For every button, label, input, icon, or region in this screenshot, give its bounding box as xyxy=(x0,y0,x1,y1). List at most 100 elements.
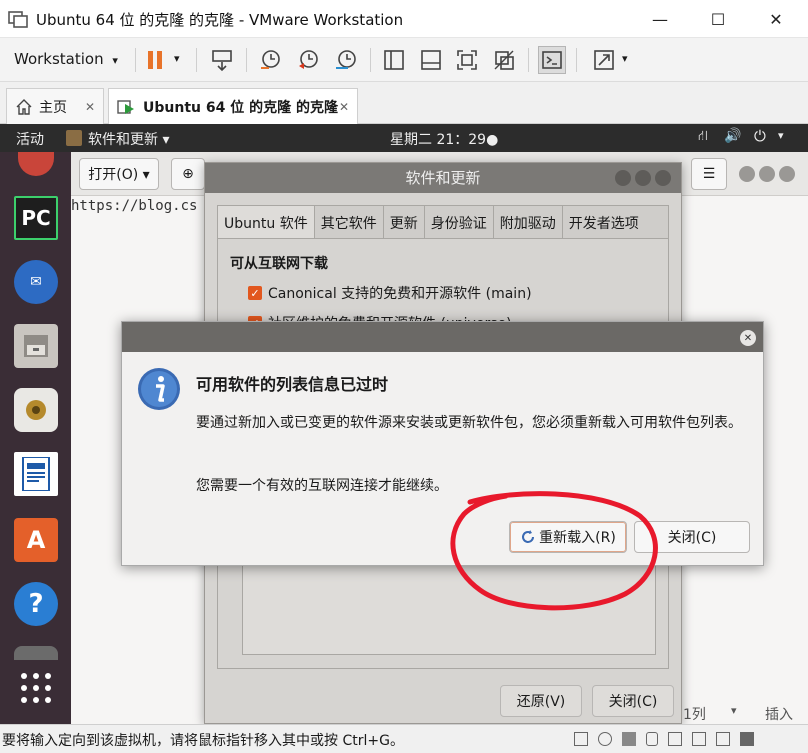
toolbar-divider xyxy=(370,48,371,72)
close-window-button[interactable]: ✕ xyxy=(748,0,804,38)
dialog-body: 要通过新加入或已变更的软件源来安装或更新软件包，您必须重新载入可用软件包列表。 xyxy=(196,415,742,431)
checkbox-main[interactable]: ✓ xyxy=(248,286,262,300)
checkbox-main-label: Canonical 支持的免费和开源软件 (main) xyxy=(268,286,532,302)
sw-window-buttons xyxy=(615,170,675,186)
libreoffice-writer-icon[interactable] xyxy=(14,452,58,496)
checkbox-main-row[interactable]: ✓ Canonical 支持的免费和开源软件 (main) xyxy=(248,283,532,303)
vm-tabs-bar: 主页 ✕ Ubuntu 64 位 的克隆 的克隆 ✕ xyxy=(0,82,808,124)
hard-disk-icon[interactable] xyxy=(574,732,588,746)
tab-developer-options[interactable]: 开发者选项 xyxy=(563,206,645,238)
vmware-title-bar: Ubuntu 64 位 的克隆 的克隆 - VMware Workstation… xyxy=(0,0,808,38)
unity-button[interactable] xyxy=(490,46,518,74)
unity-mode-icon xyxy=(494,50,514,70)
sw-close-icon[interactable] xyxy=(655,170,671,186)
grid-dots-glyph xyxy=(21,673,51,703)
tab-home-close-icon[interactable]: ✕ xyxy=(85,100,95,114)
vmware-toolbar: Workstation ▾ ▾ ▾ xyxy=(0,38,808,82)
sw-minimize-icon[interactable] xyxy=(615,170,631,186)
dialog-close-icon[interactable]: ✕ xyxy=(740,330,756,346)
pause-menu-chevron-icon[interactable]: ▾ xyxy=(174,52,180,65)
tab-other-software[interactable]: 其它软件 xyxy=(315,206,384,238)
snapshot-manager-button[interactable] xyxy=(332,46,360,74)
thumbnail-bar-button[interactable] xyxy=(417,46,445,74)
red-annotation-circle xyxy=(450,491,658,611)
maximize-button[interactable]: ☐ xyxy=(690,0,746,38)
software-updates-app-icon xyxy=(66,130,82,146)
printer-icon[interactable] xyxy=(692,732,706,746)
revert-snapshot-button[interactable] xyxy=(294,46,322,74)
message-log-icon[interactable] xyxy=(740,732,754,746)
usb-icon[interactable] xyxy=(646,732,658,746)
open-button[interactable]: 打开(O) ▾ xyxy=(79,158,159,190)
hamburger-menu-icon[interactable]: ☰ xyxy=(691,158,727,190)
snapshot-button[interactable] xyxy=(256,46,284,74)
stretch-guest-button[interactable] xyxy=(590,46,618,74)
tab-updates[interactable]: 更新 xyxy=(384,206,425,238)
new-tab-button[interactable]: ⊕ xyxy=(171,158,205,190)
power-icon[interactable]: ⏻ xyxy=(754,127,766,145)
dialog-note: 您需要一个有效的互联网连接才能继续。 xyxy=(196,478,448,494)
minimize-dot-icon[interactable] xyxy=(739,166,755,182)
maximize-dot-icon[interactable] xyxy=(759,166,775,182)
sidebar-layout-icon xyxy=(384,50,404,70)
sw-tab-strip: Ubuntu 软件 其它软件 更新 身份验证 附加驱动 开发者选项 xyxy=(217,205,669,239)
tab-ubuntu-software[interactable]: Ubuntu 软件 xyxy=(218,206,315,238)
clock[interactable]: 星期二 21：29● xyxy=(390,129,498,149)
show-library-button[interactable] xyxy=(380,46,408,74)
revert-button[interactable]: 还原(V) xyxy=(500,685,582,717)
dialog-heading: 可用软件的列表信息已过时 xyxy=(196,375,389,394)
ubuntu-software-icon[interactable]: A xyxy=(14,518,58,562)
status-chevron-icon[interactable]: ▾ xyxy=(731,704,737,717)
network-adapter-icon[interactable] xyxy=(622,732,636,746)
help-icon[interactable]: ? xyxy=(14,582,58,626)
pause-button[interactable] xyxy=(142,46,170,74)
sound-card-icon[interactable] xyxy=(668,732,682,746)
file-cabinet-glyph xyxy=(24,335,48,357)
thunderbird-icon[interactable]: ✉ xyxy=(14,260,58,304)
show-applications-icon[interactable] xyxy=(18,670,54,706)
dialog-title-bar xyxy=(122,322,763,352)
sw-close-button[interactable]: 关闭(C) xyxy=(592,685,674,717)
bottom-panel-icon xyxy=(421,50,441,70)
rhythmbox-icon[interactable] xyxy=(14,388,58,432)
pycharm-icon[interactable]: PC xyxy=(14,196,58,240)
cd-drive-icon[interactable] xyxy=(598,732,612,746)
tab-authentication[interactable]: 身份验证 xyxy=(425,206,494,238)
clock-manager-icon xyxy=(336,50,356,69)
window-title: Ubuntu 64 位 的克隆 的克隆 - VMware Workstation xyxy=(36,11,404,29)
sw-maximize-icon[interactable] xyxy=(635,170,651,186)
send-ctrl-alt-del-button[interactable] xyxy=(208,46,236,74)
tab-additional-drivers[interactable]: 附加驱动 xyxy=(494,206,563,238)
ubuntu-top-bar: 活动 软件和更新 ▾ 星期二 21：29● ⛙ 🔊 ⏻ ▾ xyxy=(0,124,808,152)
close-dot-icon[interactable] xyxy=(779,166,795,182)
device-icons xyxy=(574,732,802,748)
system-menu-chevron-icon[interactable]: ▾ xyxy=(778,129,784,142)
minimize-button[interactable]: — xyxy=(632,0,688,38)
status-insert: 插入 xyxy=(765,707,793,723)
toolbar-divider xyxy=(576,48,577,72)
speaker-glyph xyxy=(26,400,46,420)
document-glyph xyxy=(22,457,50,491)
console-view-button[interactable] xyxy=(538,46,566,74)
info-icon xyxy=(138,368,180,410)
workstation-menu[interactable]: Workstation ▾ xyxy=(14,50,118,68)
fullscreen-icon xyxy=(457,50,477,70)
stretch-menu-chevron-icon[interactable]: ▾ xyxy=(622,52,628,65)
vmware-app-icon xyxy=(8,11,28,28)
firefox-icon[interactable] xyxy=(18,152,54,176)
display-icon[interactable] xyxy=(716,732,730,746)
volume-icon[interactable]: 🔊 xyxy=(724,128,741,144)
computer-send-icon xyxy=(212,50,232,72)
network-icon[interactable]: ⛙ xyxy=(698,128,708,146)
tab-vm-close-icon[interactable]: ✕ xyxy=(339,100,349,114)
app-menu[interactable]: 软件和更新 ▾ xyxy=(88,129,169,149)
chevron-down-icon: ▾ xyxy=(112,54,118,67)
activities-button[interactable]: 活动 xyxy=(16,129,44,149)
toolbar-divider xyxy=(135,48,136,72)
pause-icon xyxy=(148,51,162,69)
tab-vm[interactable]: Ubuntu 64 位 的克隆 的克隆 ✕ xyxy=(108,88,358,124)
tab-home[interactable]: 主页 ✕ xyxy=(6,88,104,124)
full-screen-button[interactable] xyxy=(453,46,481,74)
files-icon[interactable] xyxy=(14,324,58,368)
partial-app-icon[interactable] xyxy=(14,646,58,660)
